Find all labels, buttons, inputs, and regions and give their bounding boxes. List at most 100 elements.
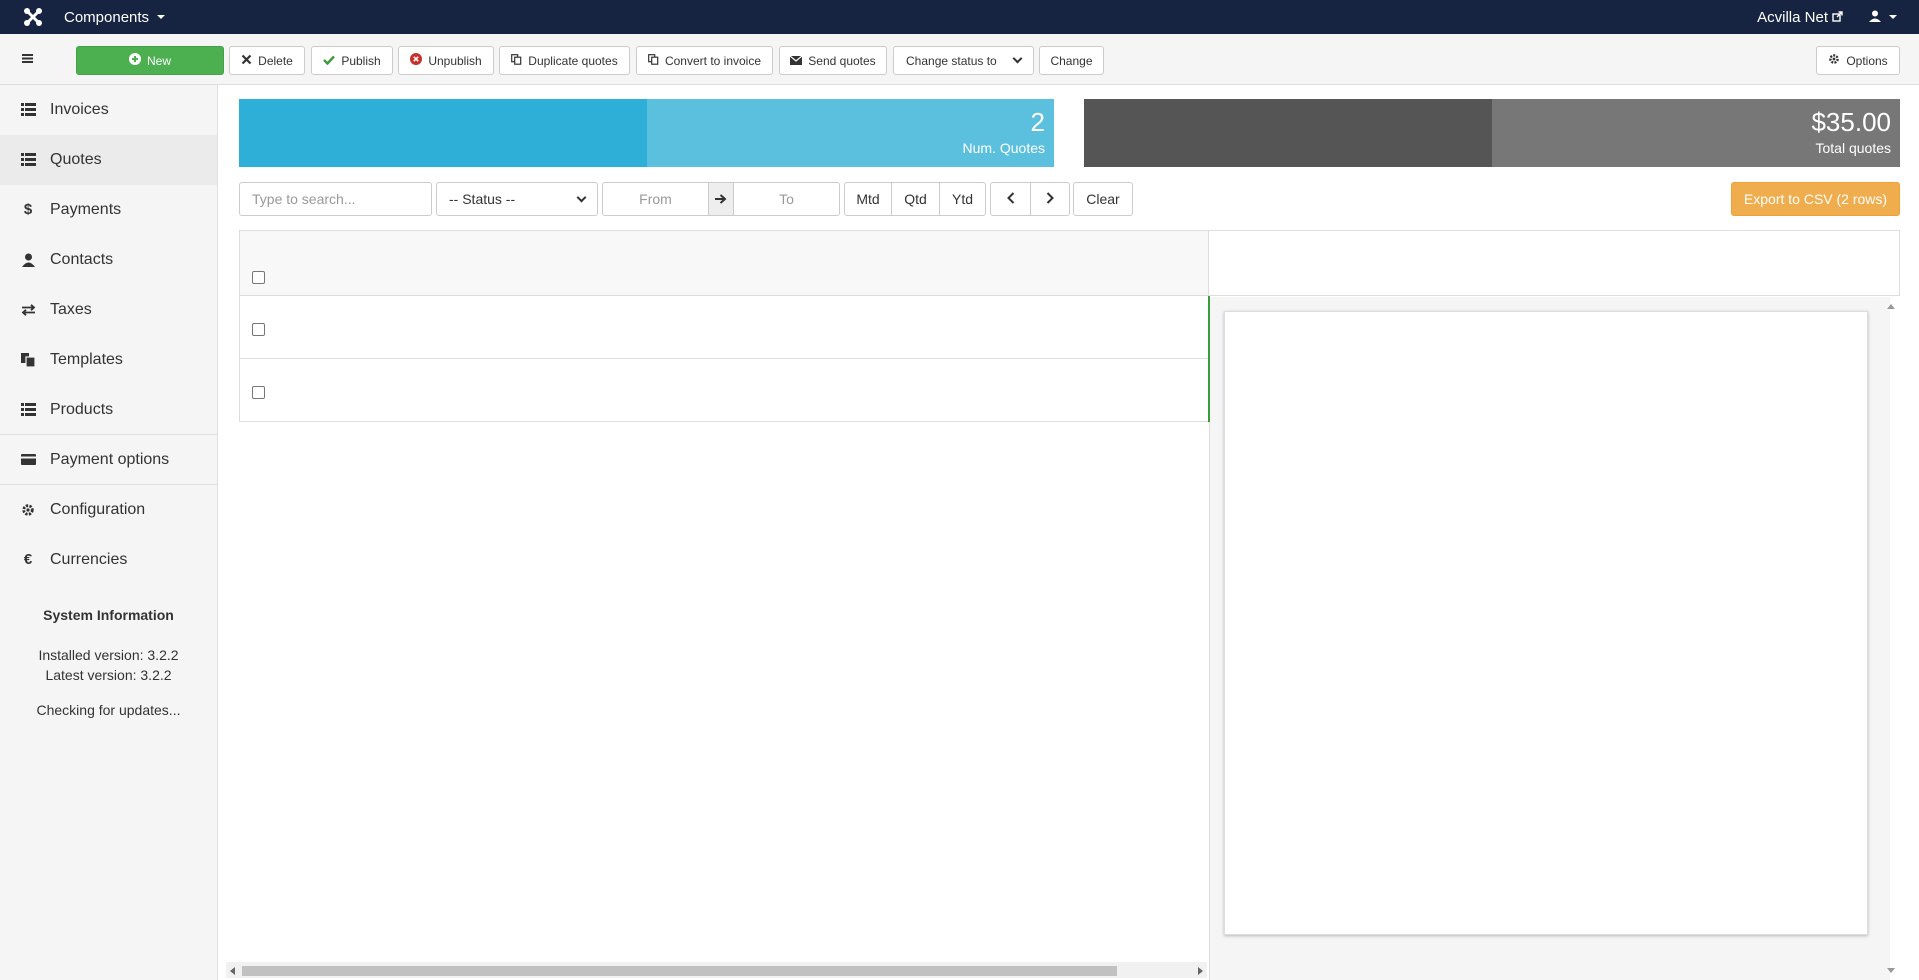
sidebar-item-quotes[interactable]: Quotes	[0, 135, 217, 185]
system-information: System Information Installed version: 3.…	[0, 607, 217, 720]
user-icon	[20, 252, 36, 268]
copy-icon	[20, 352, 36, 368]
sidebar-item-label: Currencies	[50, 550, 128, 568]
sidebar-item-payments[interactable]: $ Payments	[0, 185, 217, 235]
date-range-separator	[708, 182, 734, 216]
euro-icon: €	[23, 551, 33, 568]
change-status-select[interactable]: Change status to	[893, 46, 1034, 75]
options-button-label: Options	[1846, 53, 1888, 68]
select-all-checkbox[interactable]	[252, 271, 265, 284]
arrow-right-icon	[715, 191, 727, 207]
sidebar-item-contacts[interactable]: Contacts	[0, 235, 217, 285]
sidebar-item-products[interactable]: Products	[0, 385, 217, 435]
total-quotes-value: $35.00	[1811, 107, 1891, 137]
sidebar-item-currencies[interactable]: € Currencies	[0, 535, 217, 585]
convert-to-invoice-label: Convert to invoice	[664, 53, 762, 68]
chevron-down-icon	[1012, 53, 1023, 64]
toolbar: New Delete Publish Unpublish Duplicate q…	[0, 34, 1919, 85]
ytd-label: Ytd	[951, 191, 973, 207]
publish-button-label: Publish	[341, 53, 381, 68]
row-checkbox[interactable]	[252, 323, 265, 336]
sidebar-item-invoices[interactable]: Invoices	[0, 85, 217, 135]
copy-icon	[648, 53, 659, 68]
gear-icon	[20, 502, 36, 518]
credit-card-icon	[20, 452, 36, 468]
export-csv-label: Export to CSV (2 rows)	[1743, 191, 1888, 207]
site-name-label: Acvilla Net	[1757, 8, 1828, 26]
sidebar-item-label: Payments	[50, 200, 122, 218]
status-filter-select[interactable]: -- Status --	[436, 182, 598, 216]
update-status: Checking for updates...	[36, 702, 181, 718]
unpublish-button[interactable]: Unpublish	[398, 46, 494, 75]
dollar-icon: $	[23, 201, 33, 218]
convert-to-invoice-button[interactable]: Convert to invoice	[636, 46, 773, 75]
next-period-button[interactable]	[1030, 182, 1070, 216]
document-preview	[1224, 311, 1868, 935]
date-from-placeholder: From	[639, 191, 672, 207]
list-icon	[20, 102, 36, 118]
previous-period-button[interactable]	[990, 182, 1031, 216]
chevron-down-icon	[576, 192, 587, 202]
table-row[interactable]	[239, 296, 1209, 359]
sidebar-item-payment-options[interactable]: Payment options	[0, 435, 217, 485]
site-name-link[interactable]: Acvilla Net	[1757, 9, 1843, 26]
num-quotes-value: 2	[1030, 107, 1045, 137]
preview-header	[1209, 230, 1900, 296]
sidebar-item-label: Configuration	[50, 500, 146, 518]
search-placeholder: Type to search...	[252, 191, 356, 207]
latest-version: Latest version: 3.2.2	[45, 667, 172, 683]
joomla-logo-icon[interactable]	[18, 2, 48, 32]
menu-toggle-button[interactable]	[0, 34, 54, 84]
publish-button[interactable]: Publish	[311, 46, 393, 75]
export-csv-button[interactable]: Export to CSV (2 rows)	[1731, 182, 1900, 216]
qtd-button[interactable]: Qtd	[891, 182, 940, 216]
date-from-input[interactable]: From	[602, 182, 709, 216]
exchange-icon	[20, 302, 36, 318]
change-status-value: Change status to	[906, 53, 997, 68]
send-quotes-label: Send quotes	[808, 53, 876, 68]
duplicate-quotes-label: Duplicate quotes	[528, 53, 618, 68]
components-menu[interactable]: Components	[64, 8, 166, 26]
times-circle-icon	[410, 53, 423, 68]
row-checkbox[interactable]	[252, 386, 265, 399]
sidebar-item-taxes[interactable]: Taxes	[0, 285, 217, 335]
sidebar-item-label: Taxes	[50, 300, 92, 318]
copy-icon	[511, 53, 522, 68]
user-icon	[1869, 10, 1881, 25]
new-button[interactable]: New	[76, 46, 224, 75]
user-menu[interactable]	[1869, 10, 1897, 25]
table-row[interactable]	[239, 359, 1209, 422]
ytd-button[interactable]: Ytd	[939, 182, 986, 216]
scrollbar-thumb[interactable]	[242, 966, 1117, 976]
sidebar-item-templates[interactable]: Templates	[0, 335, 217, 385]
chevron-right-icon	[1046, 191, 1054, 207]
num-quotes-card: 2 Num. Quotes	[239, 99, 1054, 167]
caret-down-icon	[1889, 15, 1897, 19]
top-navbar: Components Acvilla Net	[0, 0, 1919, 34]
caret-down-icon	[157, 15, 166, 19]
delete-button-label: Delete	[258, 53, 293, 68]
duplicate-quotes-button[interactable]: Duplicate quotes	[499, 46, 630, 75]
send-quotes-button[interactable]: Send quotes	[779, 46, 887, 75]
grid-horizontal-scrollbar[interactable]	[226, 962, 1207, 978]
sidebar-item-configuration[interactable]: Configuration	[0, 485, 217, 535]
hamburger-icon	[21, 50, 33, 68]
mtd-button[interactable]: Mtd	[844, 182, 892, 216]
quotes-grid	[239, 230, 1209, 422]
change-button[interactable]: Change	[1039, 46, 1104, 75]
scroll-left-icon[interactable]	[230, 967, 235, 975]
components-menu-label: Components	[64, 8, 150, 26]
search-input[interactable]: Type to search...	[239, 182, 432, 216]
date-to-placeholder: To	[779, 191, 794, 207]
external-link-icon	[1832, 9, 1843, 26]
list-icon	[20, 402, 36, 418]
grid-header	[239, 230, 1209, 296]
scroll-right-icon[interactable]	[1198, 967, 1203, 975]
change-button-label: Change	[1050, 53, 1093, 68]
options-button[interactable]: Options	[1816, 46, 1900, 75]
preview-scrollbar[interactable]	[1882, 297, 1900, 980]
date-to-input[interactable]: To	[733, 182, 840, 216]
clear-button[interactable]: Clear	[1073, 182, 1133, 216]
delete-button[interactable]: Delete	[229, 46, 305, 75]
sidebar-item-label: Contacts	[50, 250, 114, 268]
